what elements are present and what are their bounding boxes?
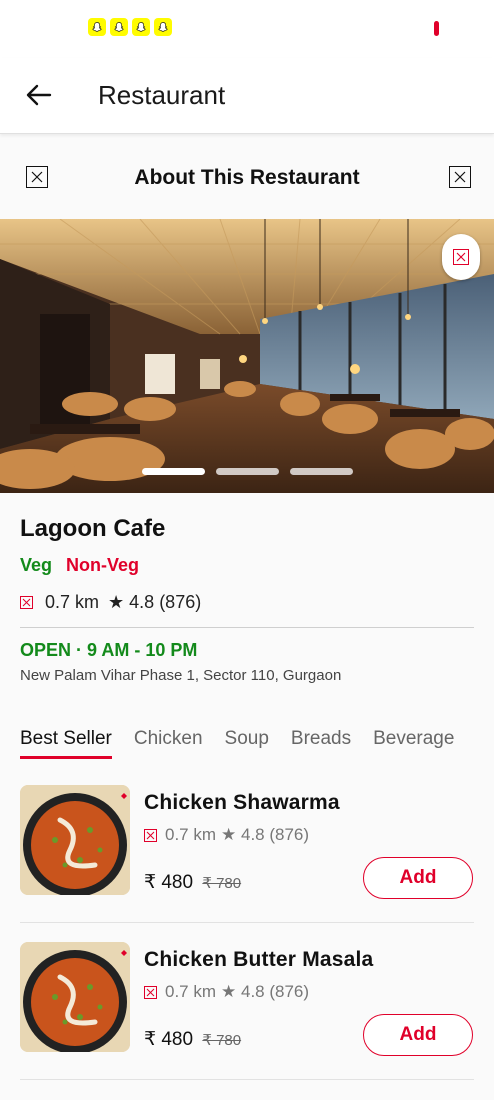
veg-tag[interactable]: Veg: [20, 555, 52, 576]
item-rating: ★ 4.8 (876): [221, 825, 310, 844]
item-meta: 0.7 km ★ 4.8 (876): [144, 982, 309, 1002]
original-price: ₹ 780: [202, 1032, 242, 1049]
missing-glyph-icon: [144, 985, 157, 999]
restaurant-name: Lagoon Cafe: [20, 515, 166, 542]
tab-soup[interactable]: Soup: [225, 728, 269, 759]
missing-glyph-icon: [144, 828, 157, 842]
page-title: Restaurant: [98, 80, 226, 110]
price-value: ₹ 480: [144, 1029, 194, 1050]
tab-best-seller[interactable]: Best Seller: [20, 728, 112, 759]
snapchat-icon: [88, 18, 106, 36]
restaurant-photo[interactable]: [0, 219, 494, 493]
snapchat-icon: [110, 18, 128, 36]
item-meta: 0.7 km ★ 4.8 (876): [144, 825, 309, 845]
section-header: About This Restaurant: [0, 146, 494, 210]
notification-icons: [88, 18, 172, 36]
carousel-dot[interactable]: [216, 468, 279, 475]
list-item[interactable]: Chicken Shawarma 0.7 km ★ 4.8 (876) ₹ 48…: [20, 785, 474, 923]
tab-chicken[interactable]: Chicken: [134, 728, 203, 759]
item-name: Chicken Butter Masala: [144, 948, 374, 971]
restaurant-info: Lagoon Cafe Veg Non-Veg 0.7 km ★ 4.8 (87…: [20, 515, 474, 684]
missing-glyph-icon: [20, 596, 33, 609]
snapchat-icon: [154, 18, 172, 36]
nonveg-tag[interactable]: Non-Veg: [66, 555, 139, 576]
list-item[interactable]: Chicken Butter Masala 0.7 km ★ 4.8 (876)…: [20, 942, 474, 1080]
item-price: ₹ 480 ₹ 780: [144, 871, 241, 894]
restaurant-meta: 0.7 km ★ 4.8 (876): [20, 592, 474, 613]
item-rating: ★ 4.8 (876): [221, 982, 310, 1001]
divider: [20, 627, 474, 628]
item-distance: 0.7 km: [165, 825, 217, 844]
tab-breads[interactable]: Breads: [291, 728, 351, 759]
section-title: About This Restaurant: [134, 166, 360, 189]
add-button[interactable]: Add: [363, 857, 473, 899]
tab-beverage[interactable]: Beverage: [373, 728, 454, 759]
missing-glyph-icon[interactable]: [449, 166, 471, 188]
distance-text: 0.7 km: [45, 592, 100, 612]
diet-tags: Veg Non-Veg: [20, 555, 474, 576]
rating-text: ★ 4.8 (876): [108, 592, 202, 612]
price-value: ₹ 480: [144, 872, 194, 893]
arrow-left-icon: [26, 84, 52, 106]
add-button[interactable]: Add: [363, 1014, 473, 1056]
back-button[interactable]: [24, 82, 54, 108]
carousel-dot[interactable]: [142, 468, 205, 475]
dish-image: [20, 942, 130, 1052]
carousel-indicator: [142, 468, 353, 475]
snapchat-icon: [132, 18, 150, 36]
missing-glyph-icon: [453, 249, 469, 265]
item-price: ₹ 480 ₹ 780: [144, 1028, 241, 1051]
item-name: Chicken Shawarma: [144, 791, 340, 814]
menu-tabs: Best Seller Chicken Soup Breads Beverage: [20, 728, 454, 759]
favorite-button[interactable]: [442, 234, 480, 280]
app-bar: Restaurant: [0, 58, 494, 134]
item-distance: 0.7 km: [165, 982, 217, 1001]
carousel-dot[interactable]: [290, 468, 353, 475]
opening-hours: OPEN · 9 AM - 10 PM: [20, 640, 198, 660]
address-text: New Palam Vihar Phase 1, Sector 110, Gur…: [20, 667, 342, 684]
dish-image: [20, 785, 130, 895]
original-price: ₹ 780: [202, 875, 242, 892]
status-bar: [0, 0, 494, 58]
recording-indicator: [434, 21, 439, 36]
